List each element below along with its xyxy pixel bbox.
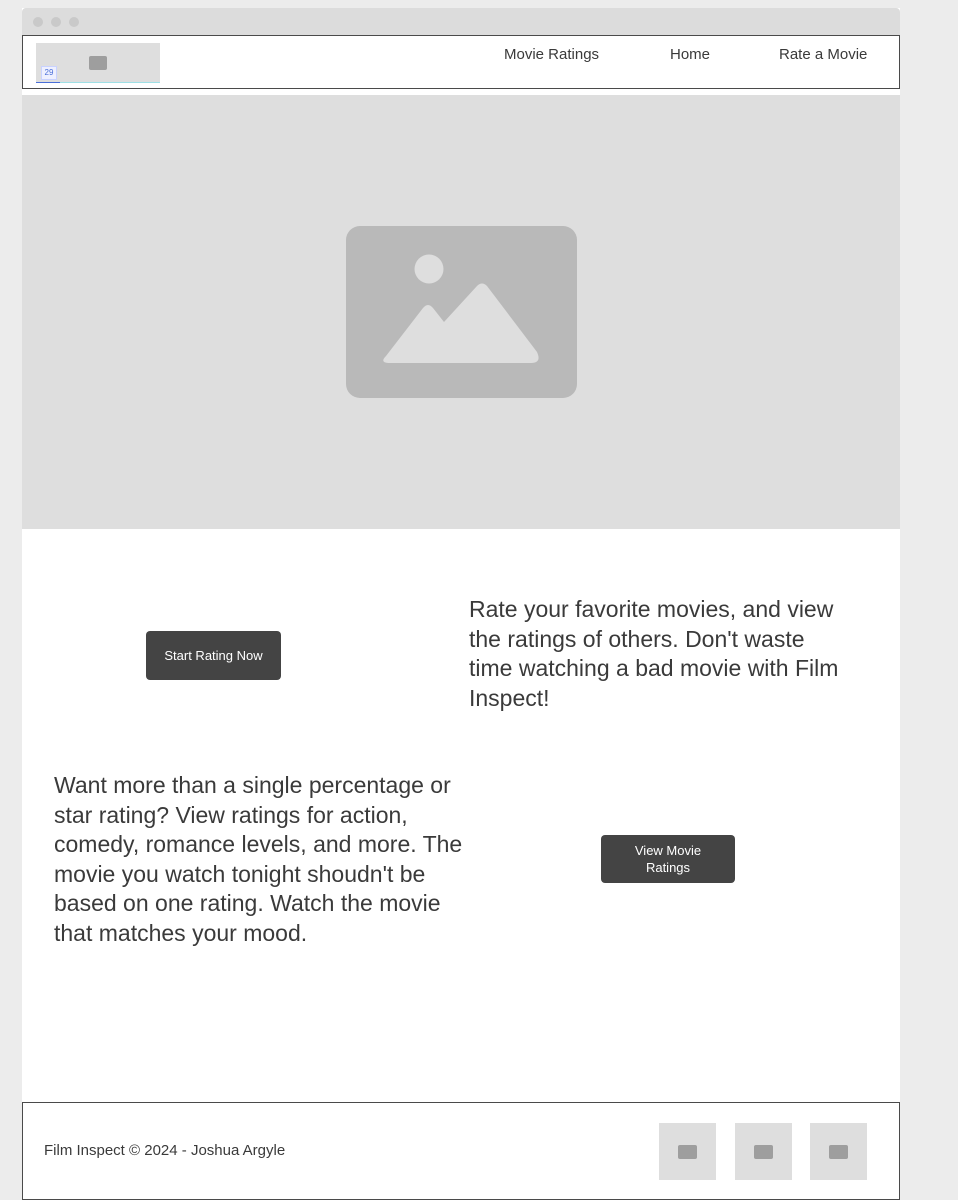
content-section: Start Rating Now Rate your favorite movi… (22, 529, 900, 1102)
footer-social-link-2[interactable] (735, 1123, 792, 1180)
hero-image-icon (346, 226, 577, 398)
browser-window: 29 Movie Ratings Home Rate a Movie Start… (22, 8, 900, 1200)
navbar: 29 Movie Ratings Home Rate a Movie (22, 35, 900, 89)
window-control-close[interactable] (33, 17, 43, 27)
logo-underline-accent (36, 82, 60, 83)
footer: Film Inspect © 2024 - Joshua Argyle (22, 1102, 900, 1200)
logo[interactable]: 29 (36, 43, 160, 83)
hero-image-placeholder (22, 95, 900, 529)
window-control-minimize[interactable] (51, 17, 61, 27)
nav-link-movie-ratings[interactable]: Movie Ratings (504, 36, 599, 88)
logo-image-icon (89, 56, 107, 70)
footer-social-link-3[interactable] (810, 1123, 867, 1180)
copyright-text: Film Inspect © 2024 - Joshua Argyle (44, 1142, 286, 1159)
footer-social-link-1[interactable] (659, 1123, 716, 1180)
view-movie-ratings-button[interactable]: View Movie Ratings (601, 835, 735, 883)
image-icon (829, 1145, 848, 1159)
nav-link-home[interactable]: Home (670, 36, 710, 88)
image-icon (754, 1145, 773, 1159)
start-rating-button[interactable]: Start Rating Now (146, 631, 281, 680)
logo-badge: 29 (41, 66, 57, 80)
intro-text: Rate your favorite movies, and view the … (469, 596, 839, 711)
features-text: Want more than a single percentage or st… (54, 772, 463, 946)
nav-link-rate-a-movie[interactable]: Rate a Movie (779, 36, 867, 88)
image-icon (678, 1145, 697, 1159)
window-titlebar (22, 8, 900, 36)
window-control-maximize[interactable] (69, 17, 79, 27)
